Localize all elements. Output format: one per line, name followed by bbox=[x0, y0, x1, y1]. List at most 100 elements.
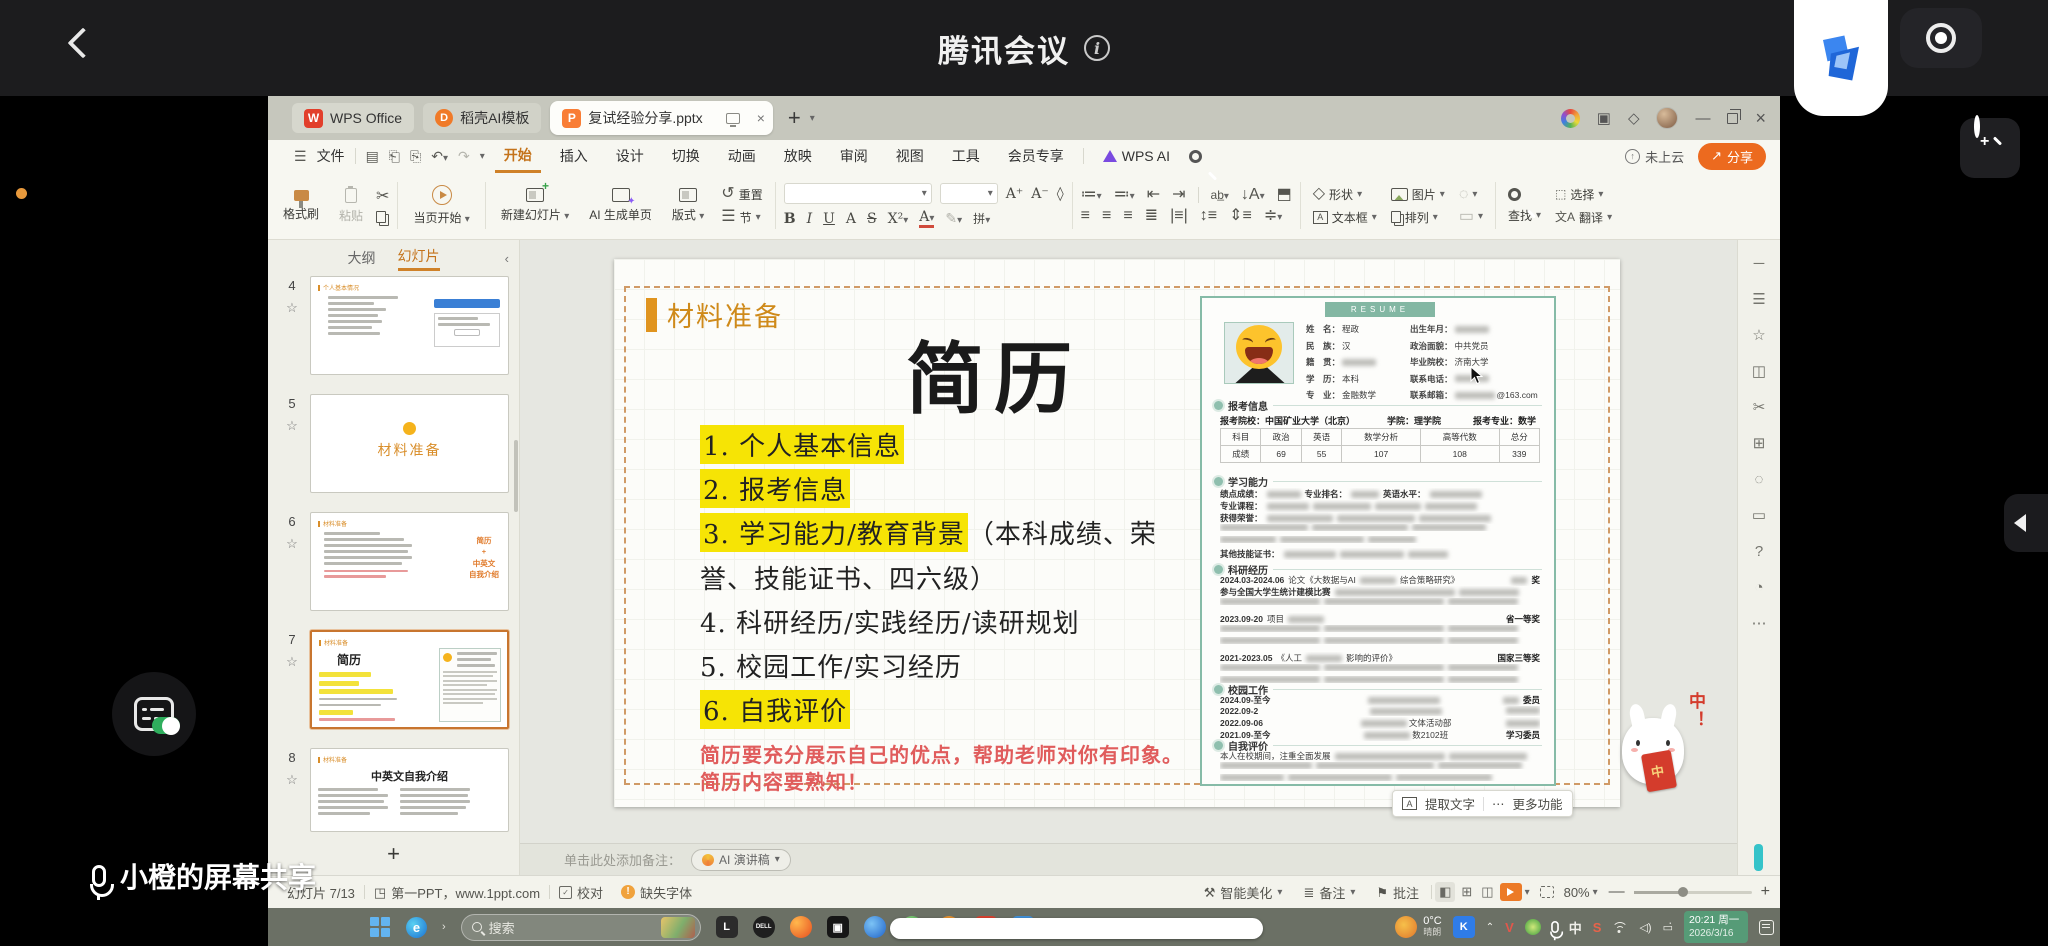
zoom-caret[interactable]: ▾ bbox=[1593, 887, 1598, 898]
files-app-icon[interactable]: L bbox=[715, 916, 738, 938]
numbering-icon[interactable]: ≕▾ bbox=[1114, 187, 1135, 203]
comments-button[interactable]: ⚑ 批注 bbox=[1367, 883, 1428, 902]
picture-button[interactable]: 图片 ▾ bbox=[1387, 186, 1449, 203]
cloud-sync-status[interactable]: ↑ 未上云 bbox=[1625, 147, 1684, 166]
ai-assistant-icon[interactable] bbox=[1560, 108, 1580, 128]
dark-app-icon[interactable]: ▣ bbox=[826, 916, 849, 938]
comment-pane-icon[interactable]: ◔ bbox=[1754, 580, 1763, 595]
smart-beautify-button[interactable]: ⚒ 智能美化 ▾ bbox=[1195, 883, 1292, 902]
tab-outline[interactable]: 大纲 bbox=[348, 248, 376, 268]
crop-icon[interactable]: ✂ bbox=[1753, 400, 1766, 415]
ai-speech-button[interactable]: AI 演讲稿 ▾ bbox=[691, 848, 791, 871]
tab-presentation-document[interactable]: P 复试经验分享.pptx × bbox=[550, 101, 773, 135]
menu-tab-slideshow[interactable]: 放映 bbox=[775, 141, 821, 171]
taskbar-search-box[interactable]: 搜索 bbox=[460, 913, 701, 941]
justify-icon[interactable]: ≣ bbox=[1145, 208, 1158, 224]
print-preview-icon[interactable]: ⎘ bbox=[410, 148, 421, 165]
start-button[interactable] bbox=[370, 916, 391, 938]
effects-button[interactable]: ▭ ▾ bbox=[1455, 208, 1487, 225]
slide-7-canvas[interactable]: 材料准备 简历 1. 个人基本信息 2. 报考信息 3. 学习能力/教育背景 （本科成… bbox=[614, 259, 1620, 807]
panel-scrollbar[interactable] bbox=[514, 440, 518, 512]
new-tab-button[interactable]: + bbox=[788, 105, 801, 131]
apps-box-icon[interactable]: ◇ bbox=[1628, 109, 1640, 127]
restore-button[interactable] bbox=[1727, 108, 1742, 124]
layout-button[interactable]: 版式 ▾ bbox=[665, 176, 711, 235]
align-center-icon[interactable]: ≡ bbox=[1102, 208, 1111, 224]
paste-button[interactable]: 粘贴 bbox=[332, 176, 370, 235]
slide-thumb-8[interactable]: 8 ☆ 材料准备 中英文自我介绍 bbox=[274, 748, 509, 832]
collapse-panel-icon[interactable]: ‹ bbox=[505, 251, 509, 266]
lens-icon[interactable]: ◌ bbox=[1755, 472, 1764, 487]
reset-button[interactable]: ↺ 重置 bbox=[717, 186, 766, 203]
format-painter-button[interactable]: 格式刷 bbox=[276, 176, 326, 235]
edge-browser-icon[interactable]: e bbox=[406, 916, 427, 938]
menu-tab-animation[interactable]: 动画 bbox=[719, 141, 765, 171]
star-icon[interactable]: ☆ bbox=[286, 300, 298, 316]
menu-tab-home[interactable]: 开始 bbox=[494, 140, 541, 173]
favorites-icon[interactable]: ☆ bbox=[1752, 328, 1765, 343]
menu-tab-review[interactable]: 审阅 bbox=[831, 141, 877, 171]
close-tab-icon[interactable]: × bbox=[757, 110, 765, 126]
app-icon-blue[interactable] bbox=[863, 916, 886, 938]
text-sort-icon[interactable]: ↓A▾ bbox=[1241, 187, 1265, 203]
record-button[interactable] bbox=[1900, 8, 1982, 68]
bold-icon[interactable]: B bbox=[784, 211, 796, 227]
select-button[interactable]: ⬚ 选择 ▾ bbox=[1551, 186, 1616, 203]
fill-button[interactable]: ◌ ▾ bbox=[1455, 186, 1487, 203]
slide-list[interactable]: 1. 个人基本信息 2. 报考信息 3. 学习能力/教育背景 （本科成绩、荣 誉、技能证… bbox=[700, 422, 1157, 732]
play-options-caret[interactable]: ▾ bbox=[1525, 887, 1530, 898]
battery-icon[interactable]: ▭̇ bbox=[1663, 921, 1673, 934]
captions-toggle-button[interactable] bbox=[112, 672, 196, 756]
star-icon[interactable]: ☆ bbox=[286, 418, 298, 434]
clear-format-icon[interactable]: ◊ bbox=[1057, 186, 1064, 202]
convert-smartart-icon[interactable]: ⬒ bbox=[1277, 187, 1292, 203]
align-left-icon[interactable]: ≡ bbox=[1081, 208, 1090, 224]
menu-file[interactable]: 文件 bbox=[317, 146, 345, 166]
user-avatar[interactable] bbox=[1656, 107, 1679, 129]
copy-icon[interactable] bbox=[376, 210, 387, 223]
underline-icon[interactable]: U bbox=[823, 211, 835, 227]
more-functions-button[interactable]: 更多功能 bbox=[1513, 794, 1563, 813]
slide-red-note[interactable]: 简历要充分展示自己的优点，帮助老师对你有印象。 简历内容要熟知！ bbox=[700, 743, 1183, 797]
slide-thumb-4[interactable]: 4 ☆ 个人基本情况 bbox=[274, 276, 509, 375]
star-icon[interactable]: ☆ bbox=[286, 654, 298, 670]
undo-icon[interactable]: ↶▾ bbox=[431, 148, 448, 165]
layout-pane-icon[interactable]: ◫ bbox=[1752, 364, 1766, 379]
tray-v-icon[interactable]: V bbox=[1505, 920, 1514, 935]
menu-tab-member[interactable]: 会员专享 bbox=[999, 141, 1073, 171]
increase-font-icon[interactable]: A⁺ bbox=[1006, 186, 1024, 202]
volume-icon[interactable]: ◁) bbox=[1639, 921, 1651, 934]
wps-k-icon[interactable]: K bbox=[1452, 916, 1475, 938]
textbox-button[interactable]: A 文本框 ▾ bbox=[1309, 209, 1381, 226]
close-window-button[interactable]: × bbox=[1755, 108, 1766, 129]
save-icon[interactable]: ▤ bbox=[366, 148, 379, 165]
resume-image[interactable]: RESUME 姓 名： 程政 出生年月：民 族：汉政治面貌： 中共党员籍 贯： 毕业院校… bbox=[1200, 296, 1556, 786]
section-button[interactable]: ☰ 节 ▾ bbox=[717, 209, 766, 226]
highlight-color-icon[interactable]: ✎▾ bbox=[945, 211, 962, 227]
align-right-icon[interactable]: ≡ bbox=[1123, 208, 1132, 224]
new-slide-button[interactable]: 新建幻灯片 ▾ bbox=[494, 176, 576, 235]
properties-icon[interactable]: ☰ bbox=[1752, 292, 1765, 307]
tray-expand-icon[interactable]: ⌃ bbox=[1486, 922, 1494, 933]
more-tools-icon[interactable]: ⋯ bbox=[1752, 616, 1767, 631]
minimize-button[interactable]: — bbox=[1695, 110, 1710, 127]
shapes-button[interactable]: ◇ 形状 ▾ bbox=[1309, 186, 1381, 203]
star-icon[interactable]: ☆ bbox=[286, 772, 298, 788]
print-icon[interactable]: ⎗ bbox=[389, 148, 400, 165]
search-icon[interactable] bbox=[1188, 149, 1202, 163]
ime-icon[interactable]: 中 bbox=[1569, 918, 1582, 937]
hamburger-icon[interactable]: ☰ bbox=[294, 148, 307, 165]
reading-view-icon[interactable]: ◫ bbox=[1478, 884, 1496, 900]
sogou-icon[interactable]: S bbox=[1593, 920, 1602, 935]
find-magnifier-icon[interactable] bbox=[1504, 187, 1545, 201]
sidebar-expand-handle[interactable] bbox=[2004, 494, 2048, 552]
tab-docer-templates[interactable]: D 稻壳AI模板 bbox=[423, 103, 542, 133]
tab-slides[interactable]: 幻灯片 bbox=[397, 246, 440, 271]
spacing-options-icon[interactable]: ≑▾ bbox=[1264, 208, 1282, 224]
notification-center-icon[interactable] bbox=[1759, 919, 1774, 935]
increase-indent-icon[interactable]: ⇥ bbox=[1172, 187, 1185, 203]
column-spacing-icon[interactable]: ⇕≡ bbox=[1229, 208, 1252, 224]
tab-list-caret-icon[interactable]: ▾ bbox=[810, 113, 815, 124]
font-size-select[interactable]: ▾ bbox=[939, 183, 998, 204]
superscript-icon[interactable]: X²▾ bbox=[888, 211, 909, 227]
